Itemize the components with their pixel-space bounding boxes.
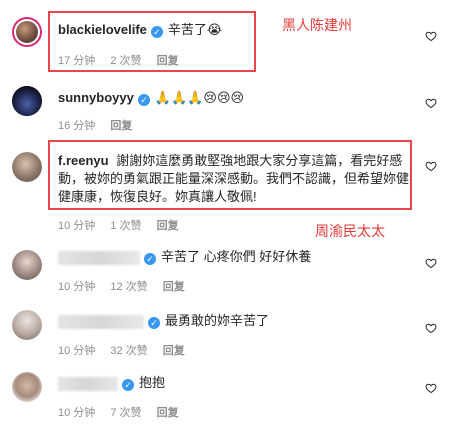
heart-icon[interactable] [425,97,437,109]
comment-text: 🙏🙏🙏😢😢😢 [154,90,245,105]
comment-likes[interactable]: 7 次赞 [110,407,141,419]
avatar[interactable] [12,310,42,340]
comment-likes[interactable]: 32 次赞 [110,345,147,357]
verified-icon: ✓ [144,253,156,265]
annotation-label: 黑人陈建州 [282,18,352,34]
comment-item: ✓ 抱抱 10 分钟 7 次赞 回复 [0,360,449,433]
avatar[interactable] [12,250,42,280]
comment-item: sunnyboyyy ✓ 🙏🙏🙏😢😢😢 16 分钟 回复 [0,80,449,140]
blurred-username [58,250,140,265]
avatar[interactable] [12,17,42,47]
blurred-username [58,314,144,329]
heart-icon[interactable] [425,382,437,394]
comment-time[interactable]: 10 分钟 [58,345,95,357]
comment-meta: 16 分钟 回复 [58,117,144,133]
comment-item: ✓ 最勇敢的妳辛苦了 10 分钟 32 次赞 回复 [0,300,449,360]
comment-body: ✓ 最勇敢的妳辛苦了 [58,312,411,330]
heart-icon[interactable] [425,160,437,172]
verified-icon: ✓ [148,317,160,329]
avatar[interactable] [12,86,42,116]
comment-meta: 10 分钟 1 次赞 回复 [58,217,191,233]
comment-text: 抱抱 [139,375,166,390]
comment-username[interactable]: sunnyboyyy [58,90,134,105]
comment-item: ✓ 辛苦了 心疼你們 好好休養 10 分钟 12 次赞 回复 [0,240,449,300]
reply-button[interactable]: 回复 [163,345,185,357]
comment-time[interactable]: 16 分钟 [58,120,95,132]
comment-text: 最勇敢的妳辛苦了 [165,313,270,328]
reply-button[interactable]: 回复 [163,281,185,293]
verified-icon: ✓ [122,379,134,391]
comment-time[interactable]: 10 分钟 [58,220,95,232]
comment-likes[interactable]: 1 次赞 [110,220,141,232]
blurred-username [58,376,118,391]
reply-button[interactable]: 回复 [157,220,179,232]
comment-meta: 10 分钟 12 次赞 回复 [58,278,197,294]
comment-body: ✓ 抱抱 [58,374,411,392]
verified-icon: ✓ [137,94,150,106]
avatar[interactable] [12,372,42,402]
comment-time[interactable]: 10 分钟 [58,407,95,419]
avatar[interactable] [12,152,42,182]
heart-icon[interactable] [425,257,437,269]
annotation-label: 周渝民太太 [315,224,385,240]
comment-meta: 10 分钟 32 次赞 回复 [58,342,197,358]
comment-likes[interactable]: 12 次赞 [110,281,147,293]
reply-button[interactable]: 回复 [110,120,132,132]
heart-icon[interactable] [425,30,437,42]
comment-text: 辛苦了 心疼你們 好好休養 [161,249,312,264]
comment-meta: 10 分钟 7 次赞 回复 [58,404,191,420]
comment-time[interactable]: 10 分钟 [58,281,95,293]
comment-body: ✓ 辛苦了 心疼你們 好好休養 [58,248,411,266]
heart-icon[interactable] [425,322,437,334]
annotation-box [48,140,412,210]
reply-button[interactable]: 回复 [157,407,179,419]
comment-body: sunnyboyyy ✓ 🙏🙏🙏😢😢😢 [58,89,411,107]
annotation-box [48,11,256,72]
